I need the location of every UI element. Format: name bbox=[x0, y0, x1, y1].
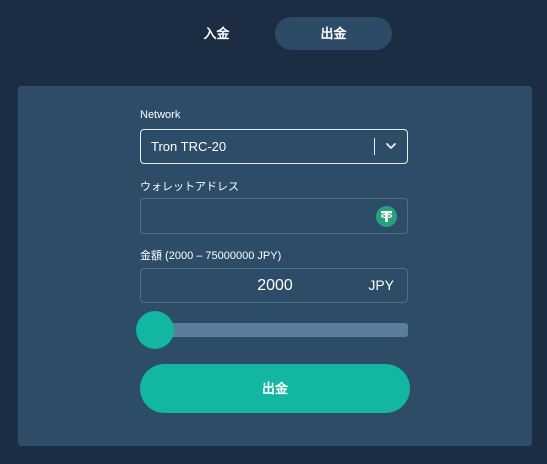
select-divider bbox=[374, 138, 375, 155]
amount-field[interactable]: 2000 JPY bbox=[140, 268, 408, 303]
wallet-address-field[interactable] bbox=[140, 198, 408, 235]
tether-usdt-icon bbox=[376, 206, 397, 227]
wallet-address-label: ウォレットアドレス bbox=[140, 181, 239, 193]
amount-slider-thumb[interactable] bbox=[136, 311, 174, 349]
amount-slider[interactable] bbox=[136, 311, 408, 349]
network-select[interactable]: Tron TRC-20 bbox=[140, 129, 408, 164]
withdraw-form-panel: Network Tron TRC-20 ウォレットアドレス 金額 (2000 –… bbox=[18, 86, 532, 446]
network-label: Network bbox=[140, 109, 181, 121]
amount-currency: JPY bbox=[368, 277, 394, 293]
chevron-down-icon[interactable] bbox=[385, 140, 397, 152]
wallet-address-input[interactable] bbox=[149, 199, 373, 235]
deposit-withdraw-tabs: 入金 出金 bbox=[158, 17, 392, 50]
tab-withdraw[interactable]: 出金 bbox=[275, 17, 392, 50]
withdraw-submit-button[interactable]: 出金 bbox=[140, 364, 410, 413]
network-selected-value: Tron TRC-20 bbox=[151, 139, 227, 154]
amount-label: 金額 (2000 – 75000000 JPY) bbox=[140, 250, 282, 262]
tab-deposit[interactable]: 入金 bbox=[158, 17, 275, 50]
